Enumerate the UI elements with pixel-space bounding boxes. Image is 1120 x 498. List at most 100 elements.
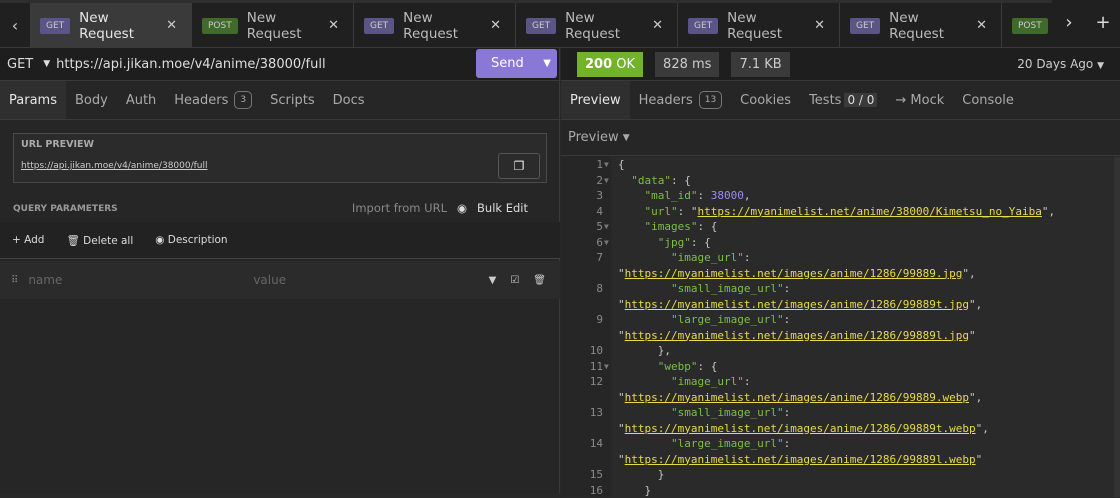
line-number: 2 xyxy=(561,173,603,189)
close-tab-icon[interactable]: ✕ xyxy=(166,18,177,33)
tab-label: New Request xyxy=(889,10,976,42)
request-tab[interactable]: GETNew Request✕ xyxy=(354,3,516,48)
json-token: " xyxy=(618,298,625,311)
request-tab[interactable]: GETNew Request✕ xyxy=(30,3,192,48)
request-tab[interactable]: GET New Request✕ xyxy=(840,3,1002,48)
json-token: "webp" xyxy=(658,360,698,373)
import-from-url-button[interactable]: Import from URL xyxy=(352,201,447,215)
enable-checkbox[interactable]: ☑ xyxy=(510,275,519,286)
copy-url-button[interactable]: ❐ xyxy=(498,153,540,179)
request-tab[interactable]: GETNew Request✕ xyxy=(516,3,678,48)
tab-label: Params xyxy=(9,93,57,108)
json-token: : { xyxy=(698,360,718,373)
json-token xyxy=(618,220,645,233)
line-number: 6 xyxy=(561,235,603,251)
fold-arrow-icon[interactable]: ▼ xyxy=(604,219,609,235)
json-link[interactable]: https://myanimelist.net/images/anime/128… xyxy=(625,298,969,311)
tab-label: New Request xyxy=(403,10,490,42)
close-tab-icon[interactable]: ✕ xyxy=(976,18,987,33)
json-link[interactable]: https://myanimelist.net/images/anime/128… xyxy=(625,422,976,435)
request-tab[interactable]: GETNew Request✕ xyxy=(678,3,840,48)
json-link[interactable]: https://myanimelist.net/images/anime/128… xyxy=(625,267,963,280)
tab-tests[interactable]: Tests0 / 0 xyxy=(800,81,886,119)
delete-all-button[interactable]: 🗑 Delete all xyxy=(66,234,133,247)
tabs-scroll-left-button[interactable]: ‹ xyxy=(0,3,30,48)
json-link[interactable]: https://myanimelist.net/anime/38000/Kime… xyxy=(698,205,1042,218)
tab-console[interactable]: Console xyxy=(953,81,1023,119)
close-tab-icon[interactable]: ✕ xyxy=(328,18,339,33)
description-toggle[interactable]: ◉ Description xyxy=(155,234,227,246)
delete-param-icon[interactable]: 🗑 xyxy=(533,275,546,286)
json-link[interactable]: https://myanimelist.net/images/anime/128… xyxy=(625,391,969,404)
response-body-viewer[interactable]: 1▼{2▼ "data": {3 "mal_id": 38000,4 "url"… xyxy=(561,157,1120,498)
url-preview-text: https://api.jikan.moe/v4/anime/38000/ful… xyxy=(21,161,208,171)
fold-arrow-icon[interactable]: ▼ xyxy=(604,157,609,173)
method-badge: GET xyxy=(850,18,880,34)
json-token: "small_image_url" xyxy=(671,406,784,419)
code-line: 6▼ "jpg": { xyxy=(561,235,1120,251)
fold-arrow-icon[interactable]: ▼ xyxy=(604,235,609,251)
tab-label: Tests xyxy=(809,93,841,108)
method-select[interactable]: GET xyxy=(7,57,33,72)
tab-body[interactable]: Body xyxy=(66,81,117,119)
json-token: : { xyxy=(671,174,691,187)
add-param-button[interactable]: + Add xyxy=(12,234,44,246)
fold-arrow-icon[interactable]: ▼ xyxy=(604,359,609,375)
json-token: " xyxy=(618,422,625,435)
json-link[interactable]: https://myanimelist.net/images/anime/128… xyxy=(625,329,969,342)
tab-headers[interactable]: Headers 3 xyxy=(165,81,261,119)
method-badge: POST xyxy=(202,18,238,34)
new-tab-button[interactable]: + xyxy=(1086,0,1120,45)
tab-label: Auth xyxy=(126,93,156,108)
code-line: 12 "image_url": xyxy=(561,374,1120,390)
line-number: 1 xyxy=(561,157,603,173)
bulk-edit-button[interactable]: Bulk Edit xyxy=(477,201,528,215)
close-tab-icon[interactable]: ✕ xyxy=(652,18,663,33)
scrollbar[interactable] xyxy=(1114,157,1120,497)
tab-docs[interactable]: Docs xyxy=(324,81,374,119)
tab-auth[interactable]: Auth xyxy=(117,81,165,119)
json-token xyxy=(618,406,671,419)
param-options-icon[interactable]: ▼ xyxy=(489,275,497,286)
json-token: "large_image_url" xyxy=(671,313,784,326)
tab-headers[interactable]: Headers13 xyxy=(630,81,732,119)
params-actions: + Add 🗑 Delete all ◉ Description xyxy=(0,222,560,259)
param-row: ⠿ name value ▼ ☑ 🗑 xyxy=(0,261,560,299)
copy-icon: ❐ xyxy=(514,159,525,173)
line-number: 5 xyxy=(561,219,603,235)
close-tab-icon[interactable]: ✕ xyxy=(490,18,501,33)
plus-icon: + xyxy=(12,234,24,246)
status-code: 200 xyxy=(585,57,612,72)
param-value-input[interactable]: value xyxy=(253,273,488,287)
tabs-scroll-right-button[interactable]: › xyxy=(1052,0,1086,45)
method-dropdown-icon[interactable]: ▼ xyxy=(43,59,50,69)
json-token: { xyxy=(618,158,625,171)
method-badge: GET xyxy=(40,18,70,34)
eye-icon: ◉ xyxy=(155,234,168,246)
tab-label: Headers xyxy=(174,93,228,108)
send-options-icon[interactable]: ▼ xyxy=(543,58,551,69)
drag-handle-icon[interactable]: ⠿ xyxy=(11,275,18,286)
json-link[interactable]: https://myanimelist.net/images/anime/128… xyxy=(625,453,976,466)
code-line: 14 "large_image_url": xyxy=(561,436,1120,452)
url-input[interactable]: https://api.jikan.moe/v4/anime/38000/ful… xyxy=(56,57,325,72)
tab-cookies[interactable]: Cookies xyxy=(731,81,800,119)
send-button[interactable]: Send▼ xyxy=(476,49,557,78)
close-tab-icon[interactable]: ✕ xyxy=(814,18,825,33)
line-number: 14 xyxy=(561,436,603,452)
tab-preview[interactable]: Preview xyxy=(561,81,630,119)
request-tab[interactable]: POSTNew Request✕ xyxy=(192,3,354,48)
param-name-input[interactable]: name xyxy=(28,273,253,287)
preview-mode-dropdown[interactable]: Preview ▼ xyxy=(561,120,1120,156)
status-badge: 200 OK xyxy=(577,52,643,77)
history-dropdown[interactable]: 20 Days Ago ▼ xyxy=(1017,57,1104,71)
line-number: 9 xyxy=(561,312,603,328)
json-token xyxy=(618,313,671,326)
tab-scripts[interactable]: Scripts xyxy=(261,81,323,119)
tab-label: Preview xyxy=(570,93,621,108)
tab-mock[interactable]: → Mock xyxy=(886,81,953,119)
json-token xyxy=(618,236,658,249)
count-badge: 3 xyxy=(234,91,252,109)
tab-params[interactable]: Params xyxy=(0,81,66,119)
fold-arrow-icon[interactable]: ▼ xyxy=(604,173,609,189)
